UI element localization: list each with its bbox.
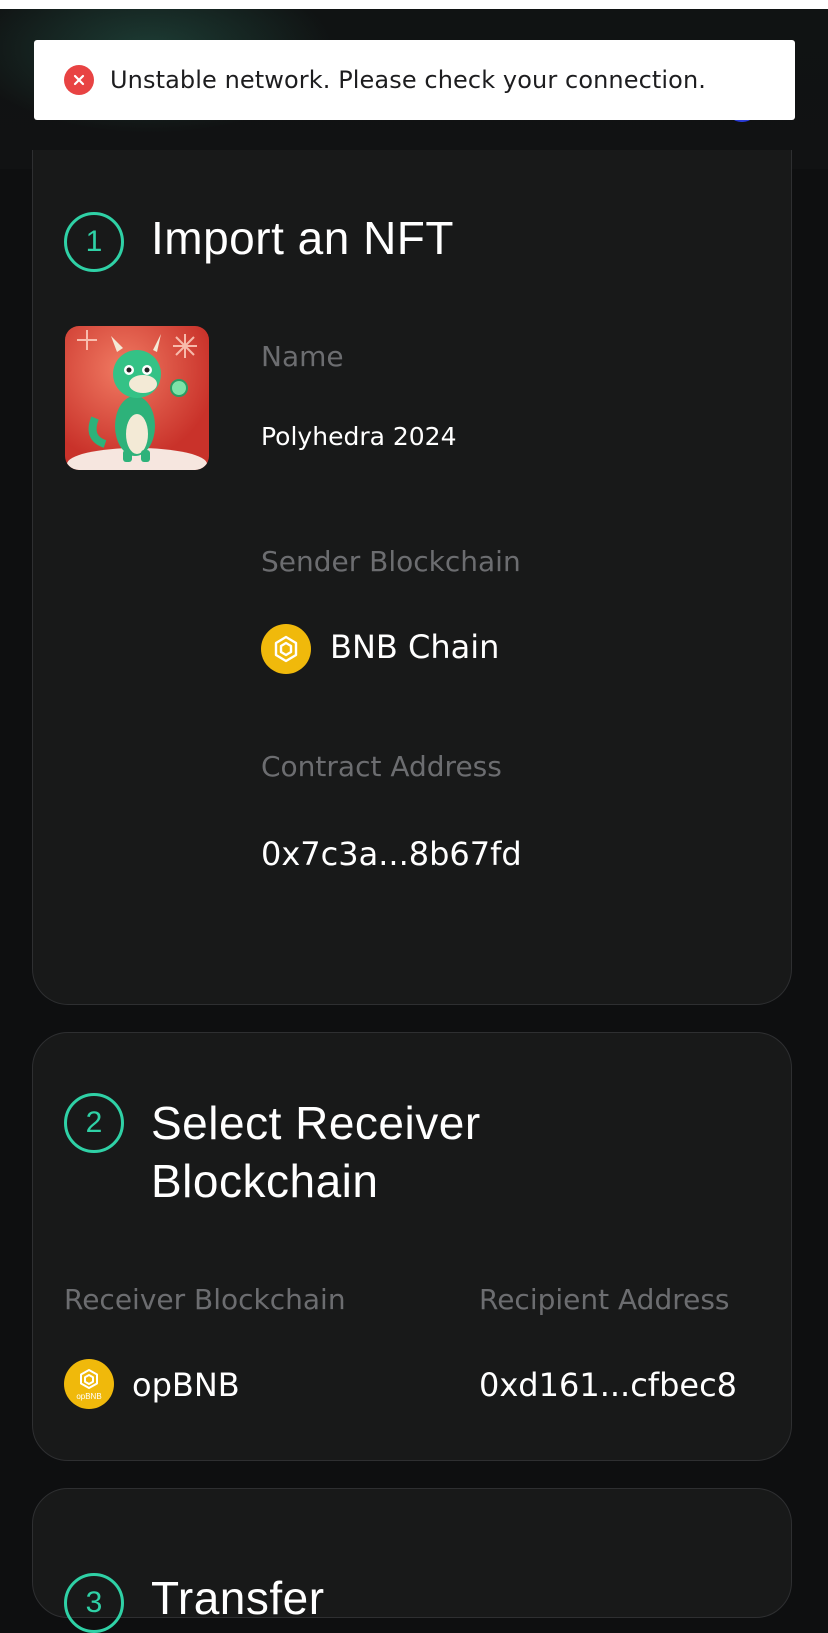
status-bar [0, 0, 828, 9]
toast-message: Unstable network. Please check your conn… [110, 66, 706, 94]
close-circle-icon [64, 65, 94, 95]
step-number: 2 [85, 1106, 103, 1139]
nft-name-value: Polyhedra 2024 [261, 422, 457, 451]
step-3-title: Transfer [151, 1572, 325, 1624]
bnb-chain-icon [261, 624, 311, 674]
name-label: Name [261, 340, 344, 373]
transfer-card: 3 Transfer [32, 1488, 792, 1633]
step-2-title-line-2: Blockchain [151, 1155, 379, 1207]
step-number: 3 [85, 1586, 103, 1619]
network-error-toast[interactable]: Unstable network. Please check your conn… [34, 40, 795, 120]
step-2-title-line-1: Select Receiver [151, 1097, 481, 1149]
recipient-address-value[interactable]: 0xd161...cfbec8 [479, 1366, 737, 1404]
step-1-badge: 1 [64, 212, 124, 272]
sender-blockchain-label: Sender Blockchain [261, 545, 521, 578]
receiver-blockchain-value[interactable]: opBNB [132, 1366, 240, 1404]
opbnb-icon-text: opBNB [76, 1392, 101, 1401]
opbnb-chain-icon[interactable]: opBNB [64, 1359, 114, 1409]
contract-address-label: Contract Address [261, 750, 502, 783]
step-2-badge: 2 [64, 1093, 124, 1153]
contract-address-value[interactable]: 0x7c3a...8b67fd [261, 835, 522, 873]
step-number: 1 [85, 225, 103, 258]
step-1-title: Import an NFT [151, 212, 455, 264]
nft-thumbnail [65, 326, 209, 470]
select-receiver-card: 2 Select Receiver Blockchain Receiver Bl… [32, 1032, 792, 1461]
step-2-title: Select Receiver Blockchain [151, 1094, 481, 1210]
sender-blockchain-value: BNB Chain [330, 628, 500, 666]
recipient-address-label: Recipient Address [479, 1283, 730, 1316]
receiver-blockchain-label: Receiver Blockchain [64, 1283, 346, 1316]
import-nft-card: 1 Import an NFT Name Polyhedra 2024 Send… [32, 150, 792, 1005]
step-3-badge: 3 [64, 1573, 124, 1633]
